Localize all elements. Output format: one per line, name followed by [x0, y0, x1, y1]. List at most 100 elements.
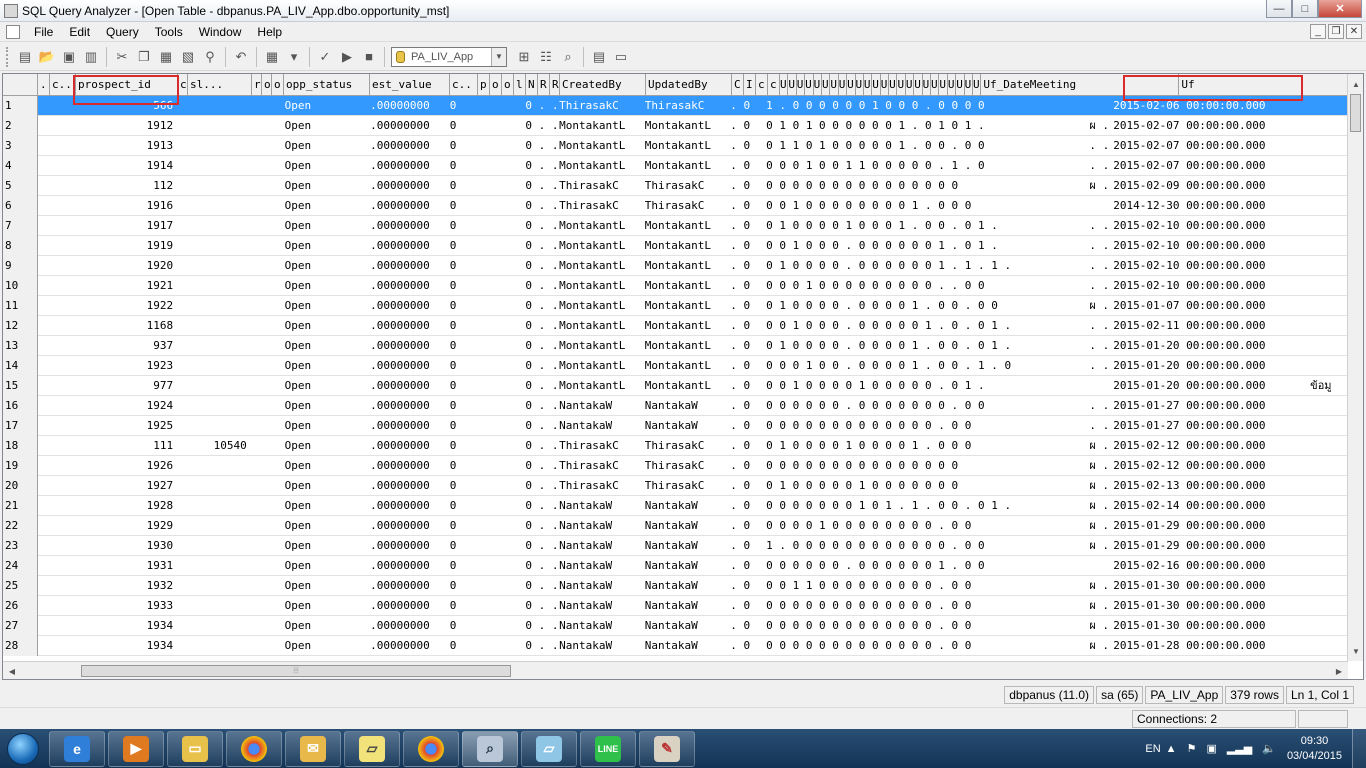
created-by-cell[interactable]: MontakantL	[557, 256, 643, 276]
updated-by-cell[interactable]: NantakaW	[643, 536, 729, 556]
taskbar-notepad[interactable]: ▱	[521, 730, 577, 767]
properties-icon[interactable]: ▤	[588, 46, 610, 68]
grid-cell[interactable]	[38, 396, 76, 416]
grid-cell[interactable]	[38, 296, 76, 316]
grid-cell[interactable]: 0 . .	[523, 516, 557, 536]
grid-cell[interactable]	[476, 436, 524, 456]
prospect-id-cell[interactable]: 977	[76, 376, 177, 396]
est-value-cell[interactable]: .00000000	[368, 476, 448, 496]
row-number[interactable]: 12	[3, 316, 38, 336]
table-row[interactable]: 17 1925 Open .00000000 0 0 . . NantakaW Nantaka…	[3, 416, 1348, 436]
grid-cell[interactable]	[38, 336, 76, 356]
grid-cell[interactable]: 0 1 0 1 0 0 0 0 0 0 1 . 0 1 0 1 .	[764, 116, 1087, 136]
grid-cell[interactable]	[177, 156, 187, 176]
date-meeting-cell[interactable]: 2015-01-07 00:00:00.000	[1111, 296, 1308, 316]
cut-icon[interactable]: ✂	[111, 46, 133, 68]
grid-cell[interactable]	[476, 256, 524, 276]
grid-cell[interactable]	[1308, 96, 1348, 116]
grid-cell[interactable]	[476, 336, 524, 356]
grid-cell[interactable]	[476, 156, 524, 176]
updated-by-cell[interactable]: MontakantL	[643, 256, 729, 276]
updated-by-cell[interactable]: MontakantL	[643, 356, 729, 376]
grid-cell[interactable]: 0 0 1 0 0 0 0 1 0 0 0 0 0 . 0 1 .	[764, 376, 1087, 396]
opp-status-cell[interactable]: Open	[283, 116, 369, 136]
taskbar-paint[interactable]: ✎	[639, 730, 695, 767]
opp-status-cell[interactable]: Open	[283, 576, 369, 596]
date-meeting-cell[interactable]: 2015-01-29 00:00:00.000	[1111, 536, 1308, 556]
table-row[interactable]: 12 1168 Open .00000000 0 0 . . MontakantL Monta…	[3, 316, 1348, 336]
table-row[interactable]: 18 111 10540 Open .00000000 0 0 . . ThirasakC Th…	[3, 436, 1348, 456]
grid-cell[interactable]: . 0	[728, 176, 764, 196]
grid-cell[interactable]: 0	[448, 216, 476, 236]
created-by-cell[interactable]: NantakaW	[557, 596, 643, 616]
grid-cell[interactable]: 0 0 1 1 0 0 0 0 0 0 0 0 0 . 0 0	[764, 576, 1087, 596]
grid-cell[interactable]: . .	[1087, 356, 1111, 376]
grid-cell[interactable]	[1308, 536, 1348, 556]
grid-cell[interactable]	[187, 336, 251, 356]
grid-cell[interactable]: 0 0 0 0 0 0 0 1 0 1 . 1 . 0 0 . 0 1 .	[764, 496, 1087, 516]
grid-cell[interactable]	[251, 516, 283, 536]
grid-cell[interactable]: . 0	[728, 276, 764, 296]
grid-cell[interactable]	[251, 476, 283, 496]
row-number[interactable]: 19	[3, 456, 38, 476]
est-value-cell[interactable]: .00000000	[368, 616, 448, 636]
grid-cell[interactable]: 0 . .	[523, 416, 557, 436]
grid-cell[interactable]	[1308, 636, 1348, 656]
updated-by-cell[interactable]: NantakaW	[643, 416, 729, 436]
grid-cell[interactable]: 0	[448, 176, 476, 196]
grid-corner[interactable]	[3, 74, 38, 96]
opp-status-cell[interactable]: Open	[283, 376, 369, 396]
est-value-cell[interactable]: .00000000	[368, 136, 448, 156]
date-meeting-cell[interactable]: 2015-01-29 00:00:00.000	[1111, 516, 1308, 536]
object-browser-icon[interactable]: ⊞	[513, 46, 535, 68]
grid-cell[interactable]: 0 0 0 0 0 0 0 0 0 0 0 0 0 . 0 0	[764, 416, 1087, 436]
prospect-id-cell[interactable]: 112	[76, 176, 177, 196]
show-hidden-icons-icon[interactable]: ▲	[1166, 743, 1177, 755]
created-by-cell[interactable]: MontakantL	[557, 296, 643, 316]
menu-window[interactable]: Window	[191, 22, 250, 42]
updated-by-cell[interactable]: ThirasakC	[643, 96, 729, 116]
grid-cell[interactable]: 0 . .	[523, 456, 557, 476]
grid-cell[interactable]: 0	[448, 316, 476, 336]
row-number[interactable]: 7	[3, 216, 38, 236]
grid-cell[interactable]: . 0	[728, 416, 764, 436]
column-header[interactable]: prospect_id	[76, 74, 178, 96]
opp-status-cell[interactable]: Open	[283, 396, 369, 416]
grid-cell[interactable]: 0 . .	[523, 196, 557, 216]
maximize-button[interactable]: □	[1292, 0, 1318, 18]
created-by-cell[interactable]: NantakaW	[557, 416, 643, 436]
prospect-id-cell[interactable]: 1925	[76, 416, 177, 436]
grid-cell[interactable]: ผ .	[1087, 596, 1111, 616]
row-number[interactable]: 18	[3, 436, 38, 456]
prospect-id-cell[interactable]: 1914	[76, 156, 177, 176]
date-meeting-cell[interactable]: 2015-01-20 00:00:00.000	[1111, 336, 1308, 356]
grid-cell[interactable]	[38, 496, 76, 516]
column-header[interactable]: U	[939, 74, 948, 96]
opp-status-cell[interactable]: Open	[283, 416, 369, 436]
grid-cell[interactable]	[177, 476, 187, 496]
table-row[interactable]: 22 1929 Open .00000000 0 0 . . NantakaW Nantaka…	[3, 516, 1348, 536]
grid-cell[interactable]: . 0	[728, 236, 764, 256]
created-by-cell[interactable]: NantakaW	[557, 536, 643, 556]
network-icon[interactable]: ▂▃▅	[1227, 742, 1252, 755]
grid-cell[interactable]	[38, 276, 76, 296]
updated-by-cell[interactable]: NantakaW	[643, 616, 729, 636]
grid-cell[interactable]	[38, 376, 76, 396]
row-number[interactable]: 2	[3, 116, 38, 136]
table-row[interactable]: 9 1920 Open .00000000 0 0 . . MontakantL Montak…	[3, 256, 1348, 276]
grid-cell[interactable]: 0	[448, 336, 476, 356]
row-number[interactable]: 8	[3, 236, 38, 256]
date-meeting-cell[interactable]: 2015-02-10 00:00:00.000	[1111, 276, 1308, 296]
date-meeting-cell[interactable]: 2015-02-07 00:00:00.000	[1111, 136, 1308, 156]
grid-cell[interactable]: 0	[448, 136, 476, 156]
grid-cell[interactable]: 0	[448, 636, 476, 656]
grid-cell[interactable]: 0 1 0 0 0 0 0 1 0 0 0 0 0 0 0	[764, 476, 1087, 496]
grid-cell[interactable]: 0 . .	[523, 236, 557, 256]
column-header[interactable]: U	[814, 74, 822, 96]
scroll-up-icon[interactable]: ▲	[1348, 76, 1363, 92]
column-header[interactable]: U	[839, 74, 848, 96]
grid-cell[interactable]	[38, 356, 76, 376]
grid-cell[interactable]	[251, 136, 283, 156]
prospect-id-cell[interactable]: 1912	[76, 116, 177, 136]
grid-cell[interactable]: ผ .	[1087, 536, 1111, 556]
